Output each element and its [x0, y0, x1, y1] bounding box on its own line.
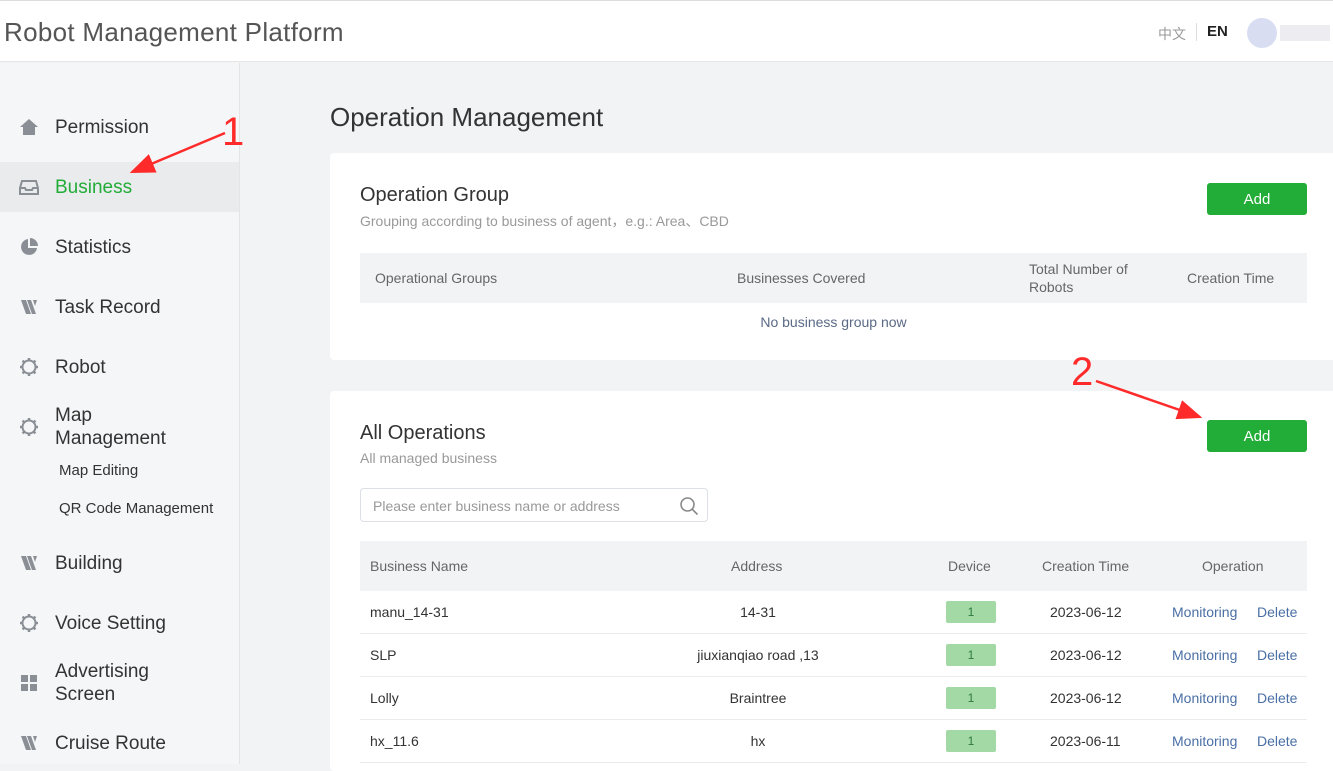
- delete-link[interactable]: Delete: [1257, 647, 1297, 663]
- business-name: manu_14-31: [370, 604, 449, 620]
- sidebar-item-label: Permission: [55, 116, 149, 138]
- column-header: Operation: [1202, 558, 1264, 574]
- column-header: Device: [948, 558, 991, 574]
- creation-time: 2023-06-12: [1050, 604, 1122, 620]
- group-table-header: Operational Groups Businesses Covered To…: [360, 253, 1307, 303]
- device-count-badge[interactable]: 1: [946, 644, 996, 666]
- column-header: Creation Time: [1042, 558, 1130, 574]
- card-subtitle: Grouping according to business of agent，…: [360, 213, 729, 229]
- business-table-header: Business Name Address Device Creation Ti…: [360, 541, 1307, 591]
- pie-chart-icon: [18, 236, 40, 258]
- page-title: Operation Management: [330, 102, 604, 132]
- user-name-blurred[interactable]: [1280, 25, 1330, 41]
- monitoring-link[interactable]: Monitoring: [1172, 733, 1237, 749]
- sidebar-item-map-management[interactable]: Map Management: [0, 402, 239, 452]
- sidebar-item-label: Statistics: [55, 236, 132, 258]
- x-logo-icon: [18, 296, 40, 318]
- monitoring-link[interactable]: Monitoring: [1172, 647, 1237, 663]
- column-header: Businesses Covered: [737, 270, 866, 286]
- home-icon: [18, 116, 40, 138]
- search-icon[interactable]: [679, 496, 699, 516]
- sidebar-item-label: Robot: [55, 356, 106, 378]
- creation-time: 2023-06-12: [1050, 647, 1122, 663]
- grid-icon: [18, 672, 40, 694]
- sidebar-subitem-qr-code-management[interactable]: QR Code Management: [59, 500, 213, 517]
- table-row: SLP jiuxianqiao road ,13 1 2023-06-12 Mo…: [360, 634, 1307, 677]
- sidebar-item-robot[interactable]: Robot: [0, 342, 239, 392]
- delete-link[interactable]: Delete: [1257, 604, 1297, 620]
- gear-icon: [18, 356, 40, 378]
- column-header: Creation Time: [1187, 270, 1275, 286]
- device-count-badge[interactable]: 1: [946, 687, 996, 709]
- empty-state-text: No business group now: [760, 314, 907, 330]
- top-bar: Robot Management Platform 中文 EN: [0, 0, 1333, 62]
- delete-link[interactable]: Delete: [1257, 733, 1297, 749]
- business-address: hx: [750, 733, 766, 749]
- annotation-number-2: 2: [1071, 350, 1094, 394]
- sidebar-item-label: Map Management: [55, 405, 166, 449]
- table-row: Lolly Braintree 1 2023-06-12 Monitoring …: [360, 677, 1307, 720]
- add-group-button[interactable]: Add: [1207, 183, 1307, 215]
- business-name: SLP: [370, 647, 397, 663]
- x-logo-icon: [18, 552, 40, 574]
- operation-group-card: Operation Group Grouping according to bu…: [330, 153, 1333, 360]
- card-title: All Operations: [360, 422, 486, 444]
- monitoring-link[interactable]: Monitoring: [1172, 690, 1237, 706]
- sidebar-item-cruise-route[interactable]: Cruise Route: [0, 718, 239, 768]
- sidebar-item-advertising-screen[interactable]: Advertising Screen: [0, 658, 239, 708]
- table-row: hx_11.6 hx 1 2023-06-11 Monitoring Delet…: [360, 720, 1307, 763]
- search-box: [360, 488, 708, 523]
- add-business-button[interactable]: Add: [1207, 420, 1307, 452]
- lang-zh-option[interactable]: 中文: [1158, 24, 1186, 44]
- x-logo-icon: [18, 732, 40, 754]
- column-header: Total Number of Robots: [1029, 261, 1128, 295]
- sidebar-item-label: Building: [55, 552, 123, 574]
- sidebar-item-label: Business: [55, 176, 133, 198]
- sidebar-item-voice-setting[interactable]: Voice Setting: [0, 598, 239, 648]
- card-subtitle: All managed business: [360, 450, 497, 466]
- annotation-number-1: 1: [222, 110, 245, 154]
- sidebar-item-label: Voice Setting: [55, 612, 166, 634]
- table-row: manu_14-31 14-31 1 2023-06-12 Monitoring…: [360, 591, 1307, 634]
- device-count-badge[interactable]: 1: [946, 730, 996, 752]
- sidebar-item-statistics[interactable]: Statistics: [0, 222, 239, 272]
- gear-icon: [18, 612, 40, 634]
- lang-en-option[interactable]: EN: [1207, 23, 1228, 40]
- user-avatar[interactable]: [1247, 18, 1277, 48]
- sidebar-item-business[interactable]: Business: [0, 162, 239, 212]
- column-header: Operational Groups: [375, 270, 498, 286]
- inbox-icon: [18, 176, 40, 198]
- lang-divider: [1196, 23, 1197, 41]
- device-count-badge[interactable]: 1: [946, 601, 996, 623]
- sidebar-item-permission[interactable]: Permission: [0, 102, 239, 152]
- sidebar: Permission Business Statistics Task Reco…: [0, 63, 240, 764]
- sidebar-item-label: Advertising Screen: [55, 661, 149, 705]
- business-name: Lolly: [370, 690, 399, 706]
- app-title: Robot Management Platform: [4, 17, 344, 47]
- sidebar-item-building[interactable]: Building: [0, 538, 239, 588]
- delete-link[interactable]: Delete: [1257, 690, 1297, 706]
- creation-time: 2023-06-12: [1050, 690, 1122, 706]
- business-address: jiuxianqiao road ,13: [697, 647, 819, 663]
- all-operations-card: All Operations All managed business Add …: [330, 391, 1333, 771]
- sidebar-item-label: Task Record: [55, 296, 161, 318]
- sidebar-item-task-record[interactable]: Task Record: [0, 282, 239, 332]
- business-address: 14-31: [740, 604, 776, 620]
- business-address: Braintree: [729, 690, 787, 706]
- business-name: hx_11.6: [370, 733, 419, 749]
- sidebar-item-label: Cruise Route: [55, 732, 166, 754]
- creation-time: 2023-06-11: [1050, 733, 1121, 749]
- monitoring-link[interactable]: Monitoring: [1172, 604, 1237, 620]
- card-title: Operation Group: [360, 184, 509, 206]
- column-header: Business Name: [370, 558, 469, 574]
- sidebar-subitem-map-editing[interactable]: Map Editing: [59, 462, 138, 479]
- search-input[interactable]: [371, 489, 675, 523]
- gear-icon: [18, 416, 40, 438]
- column-header: Address: [731, 558, 783, 574]
